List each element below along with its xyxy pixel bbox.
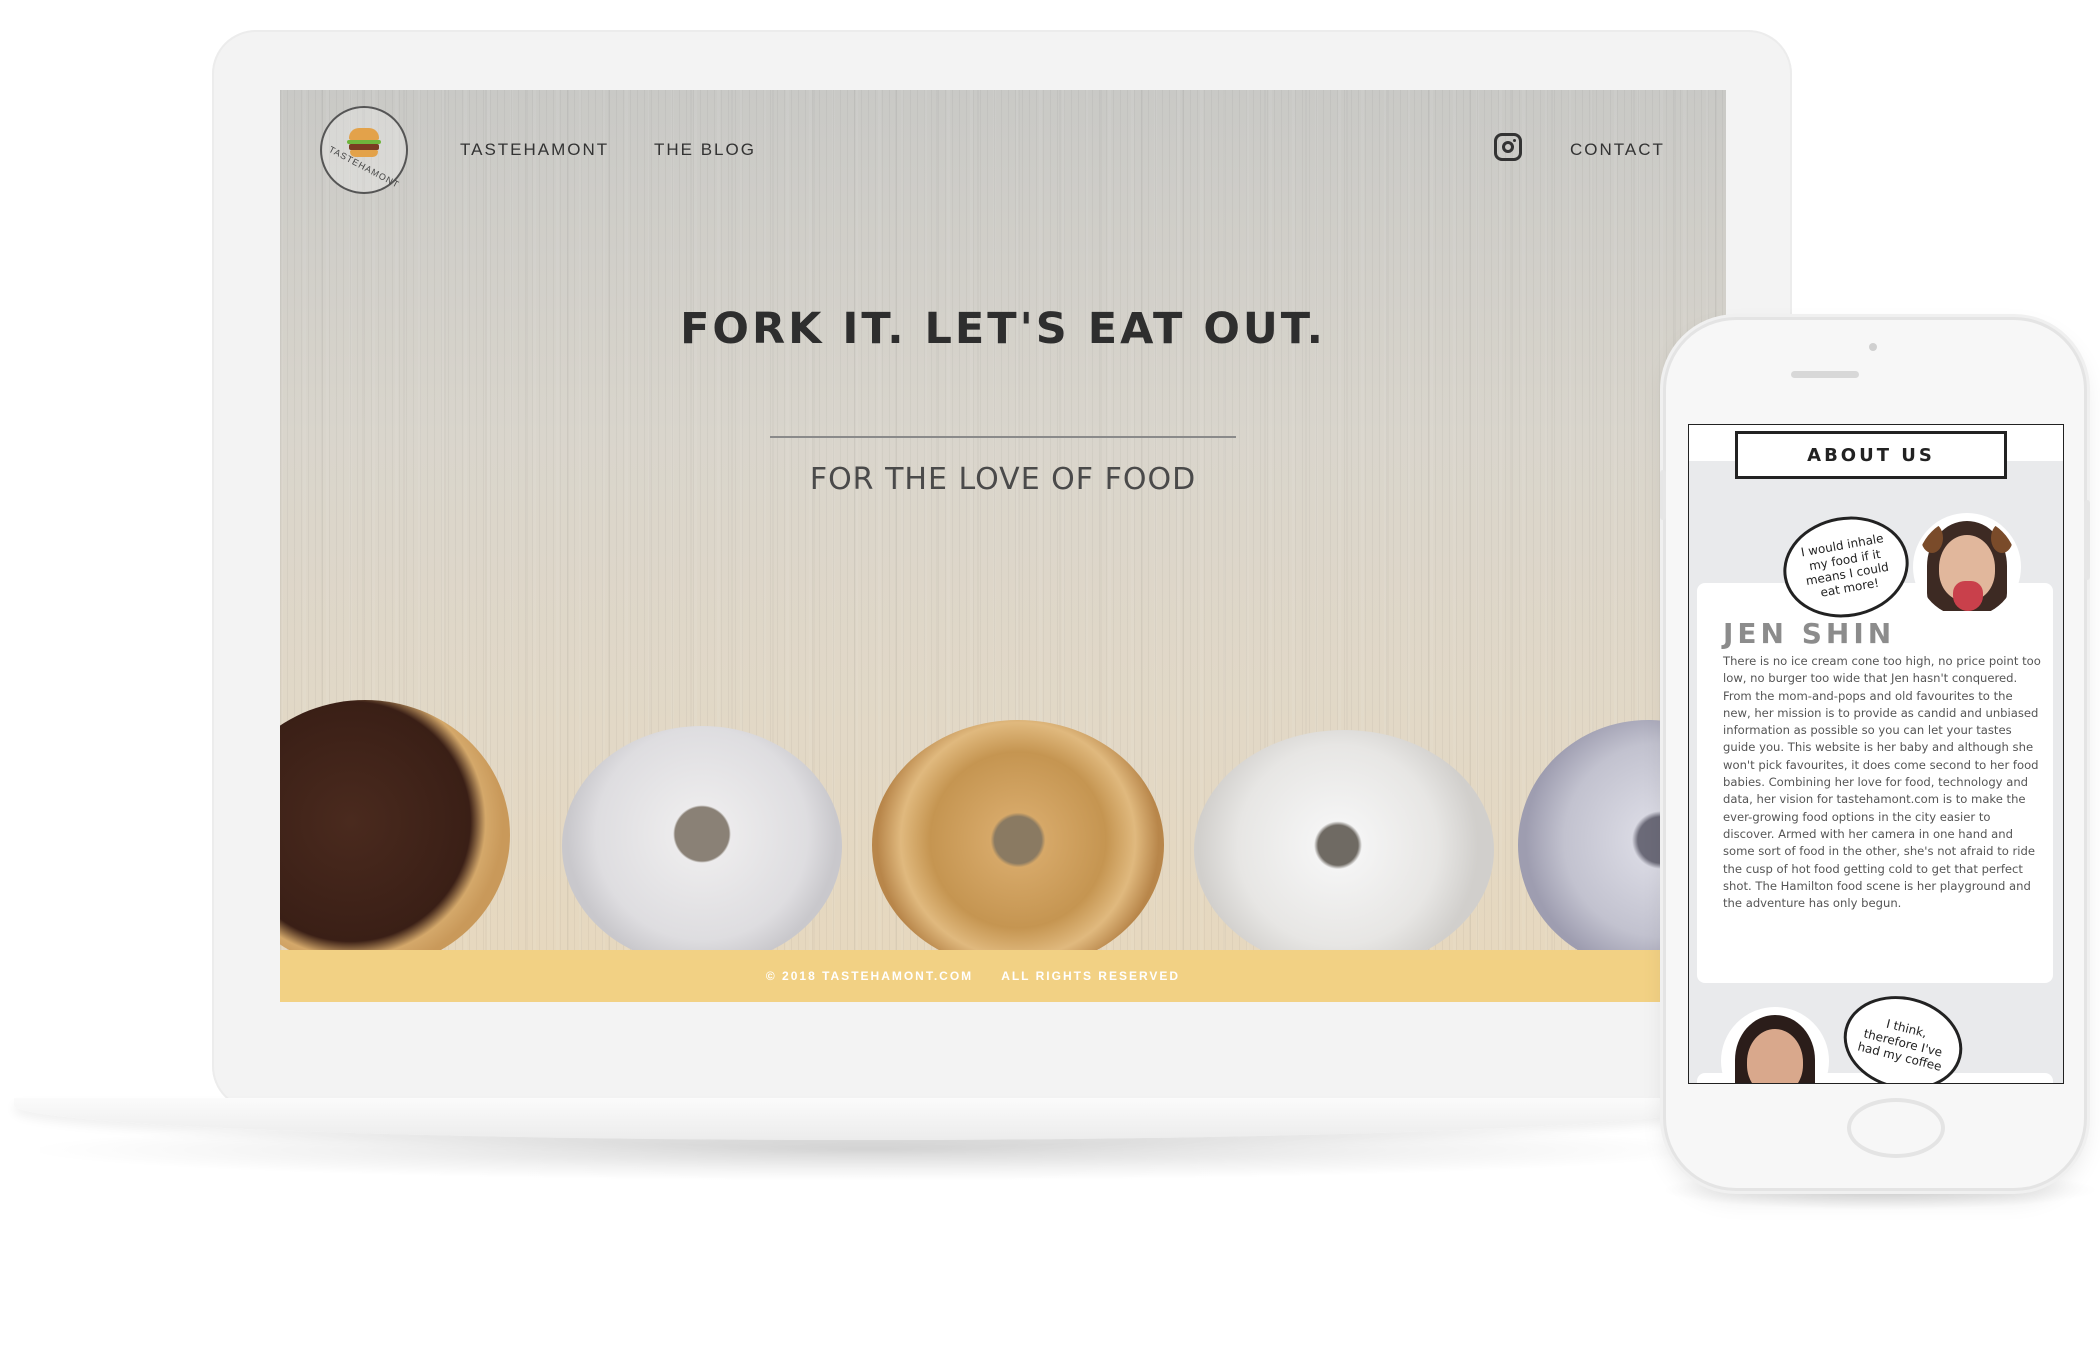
phone-camera: [1869, 343, 1877, 351]
phone-volume-button: [1660, 470, 1666, 520]
avatar: [1913, 513, 2021, 621]
donut-nuts-image: [872, 720, 1164, 970]
phone-speaker: [1791, 371, 1859, 378]
nav-contact-link[interactable]: CONTACT: [1570, 140, 1665, 160]
footer-copyright: © 2018 TASTEHAMONT.COM: [765, 969, 974, 983]
laptop-screen: TASTEHAMONT TASTEHAMONT THE BLOG CONTACT…: [280, 90, 1726, 1002]
profile-bio: There is no ice cream cone too high, no …: [1723, 654, 2041, 911]
second-quote-bubble: I think, therefore I've had my coffee: [1833, 983, 1973, 1083]
phone-home-button[interactable]: [1847, 1098, 1945, 1158]
phone-power-button: [2084, 500, 2090, 580]
hero-divider: [770, 436, 1236, 438]
burger-logo-icon: [347, 128, 381, 158]
profile-name: JEN SHIN: [1723, 617, 1896, 650]
donut-powdered-image: [562, 726, 842, 966]
instagram-icon[interactable]: [1494, 133, 1522, 161]
footer-bar: © 2018 TASTEHAMONT.COM ALL RIGHTS RESERV…: [280, 950, 1666, 1002]
hero-subtitle: FOR THE LOVE OF FOOD: [809, 462, 1197, 497]
second-avatar: [1721, 1007, 1829, 1083]
nav-brand-link[interactable]: TASTEHAMONT: [460, 140, 609, 160]
hero-title: FORK IT. LET'S EAT OUT.: [680, 304, 1326, 354]
site-logo[interactable]: TASTEHAMONT: [320, 106, 408, 194]
nav-blog-link[interactable]: THE BLOG: [654, 140, 756, 160]
donut-coconut-image: [1194, 730, 1494, 970]
phone-screen: ABOUT US I would inhale my food if it me…: [1688, 424, 2064, 1084]
footer-rights: ALL RIGHTS RESERVED: [1001, 969, 1181, 983]
about-us-button[interactable]: ABOUT US: [1735, 431, 2007, 479]
